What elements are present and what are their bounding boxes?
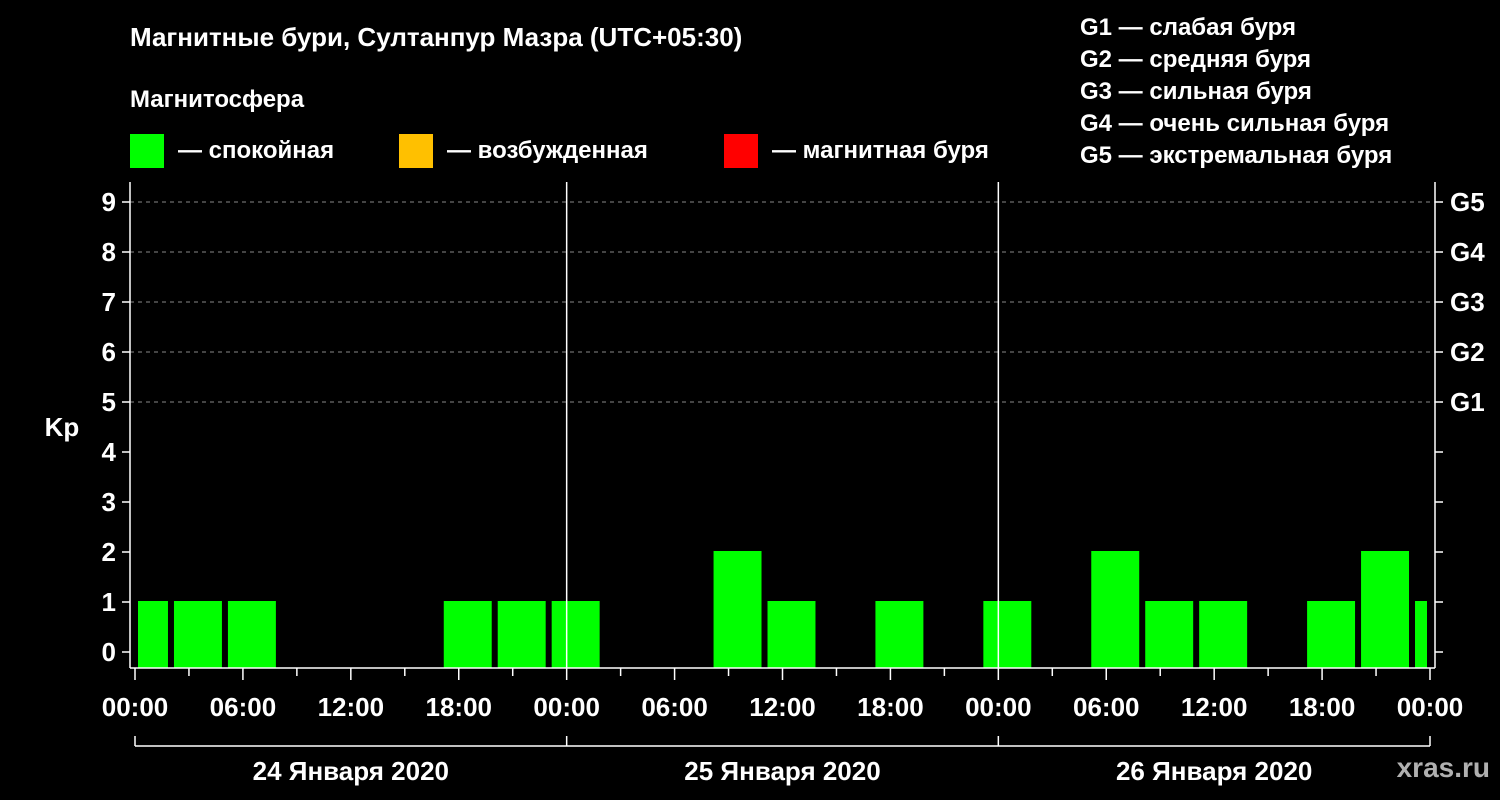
g-level-label-g4: G4 xyxy=(1450,237,1485,267)
kp-bar xyxy=(443,601,492,668)
day-label: 25 Января 2020 xyxy=(684,756,880,786)
x-tick-label: 00:00 xyxy=(965,692,1032,722)
kp-bar xyxy=(1091,551,1140,668)
x-tick-label: 00:00 xyxy=(1397,692,1464,722)
x-tick-label: 00:00 xyxy=(102,692,169,722)
x-tick-label: 12:00 xyxy=(749,692,816,722)
y-tick-label: 7 xyxy=(102,287,116,317)
kp-bar xyxy=(875,601,924,668)
day-label: 26 Января 2020 xyxy=(1116,756,1312,786)
y-tick-label: 1 xyxy=(102,587,116,617)
g-level-label-g1: G1 xyxy=(1450,387,1485,417)
kp-bar xyxy=(138,601,168,668)
site-credit: xras.ru xyxy=(1396,752,1490,783)
y-tick-label: 5 xyxy=(102,387,116,417)
x-tick-label: 06:00 xyxy=(1073,692,1140,722)
kp-bar xyxy=(1145,601,1194,668)
x-tick-label: 12:00 xyxy=(318,692,385,722)
x-tick-label: 18:00 xyxy=(1289,692,1356,722)
kp-bar xyxy=(1307,601,1356,668)
y-axis-label: Kp xyxy=(45,412,80,442)
x-tick-label: 06:00 xyxy=(641,692,708,722)
x-tick-label: 06:00 xyxy=(210,692,277,722)
kp-bar xyxy=(1199,601,1248,668)
x-tick-label: 12:00 xyxy=(1181,692,1248,722)
x-tick-label: 18:00 xyxy=(426,692,493,722)
y-tick-label: 2 xyxy=(102,537,116,567)
kp-bar xyxy=(497,601,546,668)
kp-bar xyxy=(713,551,762,668)
g-level-label-g3: G3 xyxy=(1450,287,1485,317)
y-tick-label: 3 xyxy=(102,487,116,517)
kp-bar xyxy=(1361,551,1410,668)
kp-bar xyxy=(173,601,222,668)
y-tick-label: 8 xyxy=(102,237,116,267)
y-tick-label: 6 xyxy=(102,337,116,367)
y-tick-label: 4 xyxy=(102,437,117,467)
y-tick-label: 9 xyxy=(102,187,116,217)
kp-bar xyxy=(551,601,600,668)
day-label: 24 Января 2020 xyxy=(253,756,449,786)
y-tick-label: 0 xyxy=(102,637,116,667)
g-level-label-g5: G5 xyxy=(1450,187,1485,217)
kp-chart: G1 G2 G3 G4 G5 0 1 2 3 4 5 6 7 8 9 Kp 00:00 06:00 12:00 18:… xyxy=(45,182,1485,786)
x-tick-label: 00:00 xyxy=(533,692,600,722)
x-tick-label: 18:00 xyxy=(857,692,924,722)
kp-bar xyxy=(767,601,816,668)
kp-bar xyxy=(227,601,276,668)
g-level-label-g2: G2 xyxy=(1450,337,1485,367)
kp-bar xyxy=(1415,601,1427,668)
kp-bar xyxy=(983,601,1032,668)
